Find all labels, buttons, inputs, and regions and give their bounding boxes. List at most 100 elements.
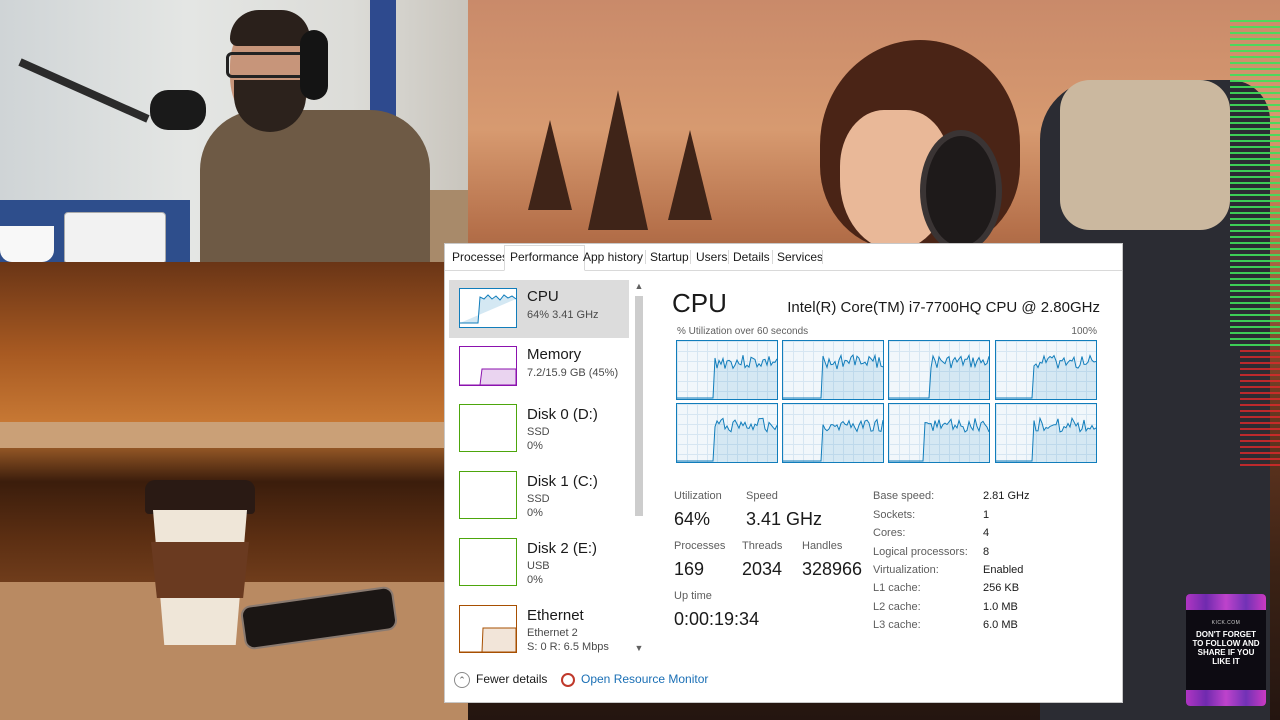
core-graph-trace — [783, 353, 883, 399]
open-resource-monitor-label: Open Resource Monitor — [581, 672, 709, 686]
seat-headrest — [1060, 80, 1230, 230]
sidebar-item-disk-2[interactable]: Disk 2 (E:) USB 0% — [449, 532, 629, 590]
sidebar-item-detail: 0% — [527, 440, 543, 452]
webcam-feed — [0, 0, 468, 262]
spec-value: 4 — [983, 527, 990, 539]
spec-key: Sockets: — [873, 509, 916, 521]
spec-value: 256 KB — [983, 582, 1020, 594]
open-resource-monitor-link[interactable]: Open Resource Monitor — [561, 670, 708, 688]
scroll-up-icon[interactable]: ▲ — [633, 280, 645, 292]
sidebar-item-cpu[interactable]: CPU 64% 3.41 GHz — [449, 280, 629, 338]
cup-sleeve — [151, 542, 249, 598]
threads-value: 2034 — [742, 559, 783, 579]
spec-value: 1 — [983, 509, 990, 521]
sidebar-item-label: CPU — [527, 288, 559, 305]
sidebar-item-memory[interactable]: Memory 7.2/15.9 GB (45%) — [449, 338, 629, 396]
uptime-value: 0:00:19:34 — [674, 609, 760, 629]
coffee-cup — [145, 480, 255, 645]
sidebar-item-detail: 0% — [527, 507, 543, 519]
performance-sidebar: CPU 64% 3.41 GHz Memory 7.2/15.9 GB (45%… — [449, 280, 633, 655]
glasses-icon — [226, 52, 308, 78]
memory-thumbnail — [459, 346, 517, 386]
scrollbar-thumb[interactable] — [635, 296, 643, 516]
sidebar-item-detail: 64% 3.41 GHz — [527, 309, 599, 321]
core-graph-trace — [677, 417, 777, 462]
handles-value: 328966 — [802, 559, 863, 579]
spec-key: L3 cache: — [873, 619, 921, 631]
spec-value: 2.81 GHz — [983, 490, 1030, 502]
sidebar-item-type: Ethernet 2 — [527, 627, 578, 639]
core-graph — [888, 340, 990, 400]
tab-services[interactable]: Services — [772, 246, 828, 268]
spec-key: L1 cache: — [873, 582, 921, 594]
sidebar-item-disk-1[interactable]: Disk 1 (C:) SSD 0% — [449, 465, 629, 523]
spec-key: Base speed: — [873, 490, 935, 502]
tab-startup[interactable]: Startup — [645, 246, 694, 268]
sidebar-item-label: Disk 2 (E:) — [527, 540, 598, 557]
processes-value: 169 — [674, 559, 705, 579]
tab-users[interactable]: Users — [691, 246, 732, 268]
tab-details[interactable]: Details — [728, 246, 775, 268]
tab-performance[interactable]: Performance — [504, 245, 585, 271]
disk-thumbnail — [459, 404, 517, 452]
core-graph-trace — [889, 418, 989, 462]
sidebar-item-label: Memory — [527, 346, 582, 363]
cpu-model: Intel(R) Core(TM) i7-7700HQ CPU @ 2.80GH… — [787, 299, 1100, 316]
promo-message: DON'T FORGET TO FOLLOW AND SHARE IF YOU … — [1192, 630, 1260, 666]
core-graph-trace — [783, 418, 883, 462]
core-graph — [995, 340, 1097, 400]
follow-promo-card: KICK.COM DON'T FORGET TO FOLLOW AND SHAR… — [1186, 594, 1266, 706]
pine-tree — [588, 90, 648, 230]
anime-girl — [810, 40, 1030, 260]
spec-value: 1.0 MB — [983, 601, 1018, 613]
sidebar-item-ethernet[interactable]: Ethernet Ethernet 2 S: 0 R: 6.5 Mbps — [449, 599, 629, 655]
mic-arm — [18, 58, 150, 123]
spec-value: 6.0 MB — [983, 619, 1018, 631]
core-graph — [888, 403, 990, 463]
uptime-label: Up time — [674, 590, 712, 602]
tab-bar: Processes Performance App history Startu… — [445, 244, 1122, 271]
spec-key: Virtualization: — [873, 564, 939, 576]
core-graph-trace — [677, 355, 777, 399]
processes-label: Processes — [674, 540, 726, 552]
core-graph-trace — [996, 354, 1096, 399]
microphone-icon — [150, 90, 206, 130]
headphones-icon — [920, 130, 1002, 252]
mug — [0, 226, 54, 262]
pine-tree — [528, 120, 572, 210]
threads-label: Threads — [742, 540, 783, 552]
fewer-details-label: Fewer details — [476, 672, 548, 686]
core-graph — [782, 340, 884, 400]
spec-key: Logical processors: — [873, 546, 968, 558]
sidebar-item-detail: 0% — [527, 574, 543, 586]
tab-app-history[interactable]: App history — [578, 246, 648, 268]
sidebar-item-disk-0[interactable]: Disk 0 (D:) SSD 0% — [449, 398, 629, 456]
headset-icon — [300, 30, 328, 100]
memory-thumbnail-graph — [460, 368, 516, 385]
streamer — [200, 10, 430, 262]
sidebar-item-type: SSD — [527, 426, 550, 438]
sidebar-scrollbar[interactable]: ▲ ▼ — [633, 280, 645, 656]
streamer-hair — [230, 10, 310, 46]
core-graph-area — [783, 419, 883, 462]
chevron-up-icon: ⌃ — [454, 671, 470, 688]
sidebar-item-label: Disk 1 (C:) — [527, 473, 598, 490]
scroll-down-icon[interactable]: ▼ — [633, 642, 645, 654]
core-graph — [676, 340, 778, 400]
ethernet-thumbnail-graph — [460, 627, 516, 652]
sidebar-item-type: SSD — [527, 493, 550, 505]
promo-site: KICK.COM — [1211, 620, 1241, 626]
cpu-core-graphs — [676, 340, 1098, 464]
wave-graphic — [1186, 594, 1266, 610]
keyboard — [64, 212, 166, 262]
fewer-details-button[interactable]: ⌃ Fewer details — [454, 670, 547, 688]
speed-value: 3.41 GHz — [746, 509, 823, 529]
utilization-value: 64% — [674, 509, 711, 529]
audio-visualizer-green — [1230, 20, 1280, 350]
sidebar-item-label: Ethernet — [527, 607, 584, 624]
pine-tree — [668, 130, 712, 220]
sidebar-item-label: Disk 0 (D:) — [527, 406, 598, 423]
disk-thumbnail — [459, 471, 517, 519]
graph-caption: % Utilization over 60 seconds — [677, 326, 809, 337]
wave-graphic — [1186, 690, 1266, 706]
